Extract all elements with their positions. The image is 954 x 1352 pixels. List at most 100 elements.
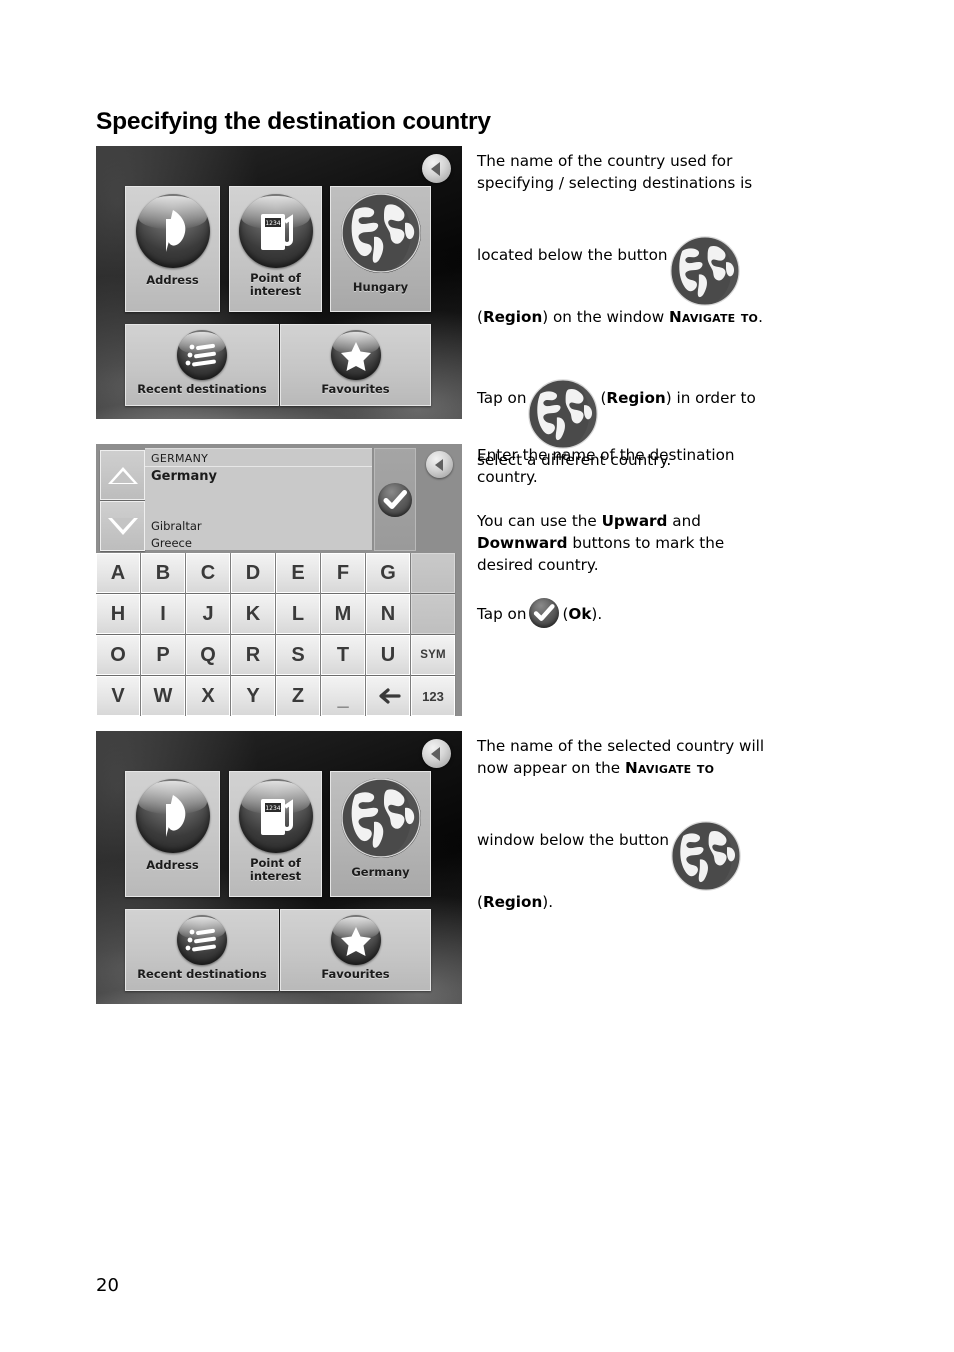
paragraph-region-location: The name of the country used for specify… — [477, 150, 845, 328]
globe-icon — [340, 778, 421, 858]
tile-point-of-interest[interactable]: 1234 Point of interest — [229, 186, 322, 312]
key-q[interactable]: Q — [186, 635, 230, 675]
keyboard-row: V W X Y Z _ 123 — [96, 676, 462, 716]
downward-button[interactable] — [100, 501, 145, 551]
country-list-panel[interactable]: GERMANY Germany Gibraltar Greece — [145, 448, 372, 550]
back-arrow-glyph — [434, 458, 443, 471]
key-b[interactable]: B — [141, 553, 185, 593]
paragraph-enter-country: Enter the name of the destination countr… — [477, 444, 845, 628]
key-r[interactable]: R — [231, 635, 275, 675]
tile-label: Point of interest — [249, 271, 302, 298]
tile-address[interactable]: Address — [125, 771, 220, 897]
checkmark-icon — [529, 598, 560, 628]
key-123[interactable]: 123 — [411, 676, 455, 716]
key-s[interactable]: S — [276, 635, 320, 675]
key-sym[interactable]: SYM — [411, 635, 455, 675]
screenshot-keyboard: GERMANY Germany Gibraltar Greece ABCDEFG… — [96, 444, 462, 716]
triangle-down-icon — [107, 517, 138, 535]
tile-label: Hungary — [352, 280, 409, 294]
list-icon — [177, 915, 227, 965]
tile-recent-destinations[interactable]: Recent destinations — [125, 909, 279, 991]
key-d[interactable]: D — [231, 553, 275, 593]
key-p[interactable]: P — [141, 635, 185, 675]
triangle-up-icon — [107, 466, 138, 484]
key-w[interactable]: W — [141, 676, 185, 716]
screenshot-navigate-to-hungary: Address 1234 Point of interest Hungary R… — [96, 146, 462, 419]
tile-label: Point of interest — [249, 856, 302, 883]
fuel-pump-icon: 1234 — [238, 779, 313, 853]
backspace-icon[interactable] — [366, 676, 410, 716]
tile-point-of-interest[interactable]: 1234 Point of interest — [229, 771, 322, 897]
text-line: specifying / selecting destinations is — [477, 174, 753, 192]
key-t[interactable]: T — [321, 635, 365, 675]
text-line: Downward buttons to mark the — [477, 534, 725, 552]
key-l[interactable]: L — [276, 594, 320, 634]
tile-recent-destinations[interactable]: Recent destinations — [125, 324, 279, 406]
list-item[interactable]: Greece — [151, 536, 192, 550]
key-k[interactable]: K — [231, 594, 275, 634]
key-n[interactable]: N — [366, 594, 410, 634]
text-line: (Region) on the window Navigate to. — [477, 308, 763, 326]
key-x[interactable]: X — [186, 676, 230, 716]
ok-button[interactable] — [374, 448, 416, 551]
list-divider — [145, 466, 372, 467]
back-arrow-icon[interactable] — [422, 739, 451, 768]
key-j[interactable]: J — [186, 594, 230, 634]
paragraph-selected-country: The name of the selected country will no… — [477, 735, 845, 913]
screenshot-navigate-to-germany: Address 1234 Point of interest Germany R… — [96, 731, 462, 1004]
tile-region[interactable]: Hungary — [330, 186, 431, 312]
tile-label: Recent destinations — [137, 382, 267, 396]
page-number: 20 — [96, 1275, 119, 1296]
tile-favourites[interactable]: Favourites — [280, 909, 431, 991]
upward-button[interactable] — [100, 450, 145, 500]
key-i[interactable]: I — [141, 594, 185, 634]
key-m[interactable]: M — [321, 594, 365, 634]
back-arrow-icon[interactable] — [422, 154, 451, 183]
key-z[interactable]: Z — [276, 676, 320, 716]
svg-text:1234: 1234 — [265, 220, 280, 227]
globe-icon — [528, 379, 599, 449]
globe-icon — [669, 236, 740, 306]
key-blank — [411, 594, 455, 634]
key-y[interactable]: Y — [231, 676, 275, 716]
text-line: now appear on the Navigate to — [477, 759, 715, 777]
text-line: The name of the selected country will — [477, 737, 765, 755]
key-c[interactable]: C — [186, 553, 230, 593]
checkmark-icon — [378, 482, 412, 517]
text-line: You can use the Upward and — [477, 512, 701, 530]
key-e[interactable]: E — [276, 553, 320, 593]
key-f[interactable]: F — [321, 553, 365, 593]
star-icon — [330, 915, 381, 965]
tile-label: Favourites — [321, 967, 390, 981]
key-v[interactable]: V — [96, 676, 140, 716]
tile-favourites[interactable]: Favourites — [280, 324, 431, 406]
key-_[interactable]: _ — [321, 676, 365, 716]
typed-text: GERMANY — [151, 452, 209, 465]
key-g[interactable]: G — [366, 553, 410, 593]
tile-region[interactable]: Germany — [330, 771, 431, 897]
keyboard-rows: A B C D E F G H I J K L M N O P Q R S T U SYM V W X Y Z _ 123 — [96, 553, 462, 716]
tile-address[interactable]: Address — [125, 186, 220, 312]
key-a[interactable]: A — [96, 553, 140, 593]
text-line: located below the button — [477, 236, 845, 306]
flag-pin-icon — [135, 779, 210, 853]
key-h[interactable]: H — [96, 594, 140, 634]
keyboard-row: HIJKLMN — [96, 594, 462, 634]
svg-text:1234: 1234 — [265, 805, 280, 812]
key-u[interactable]: U — [366, 635, 410, 675]
tile-label: Address — [146, 273, 199, 287]
tile-label: Germany — [351, 865, 410, 879]
back-arrow-icon[interactable] — [426, 451, 453, 478]
list-icon — [177, 330, 227, 380]
back-arrow-glyph — [431, 161, 440, 176]
list-item-selected[interactable]: Germany — [151, 469, 217, 484]
text-line: desired country. — [477, 556, 599, 574]
document-page: Specifying the destination country Addre… — [0, 0, 954, 1352]
globe-icon — [671, 821, 741, 891]
list-item[interactable]: Gibraltar — [151, 519, 202, 533]
key-o[interactable]: O — [96, 635, 140, 675]
text-line: Tap on (Ok). — [477, 598, 845, 628]
star-icon — [330, 330, 381, 380]
